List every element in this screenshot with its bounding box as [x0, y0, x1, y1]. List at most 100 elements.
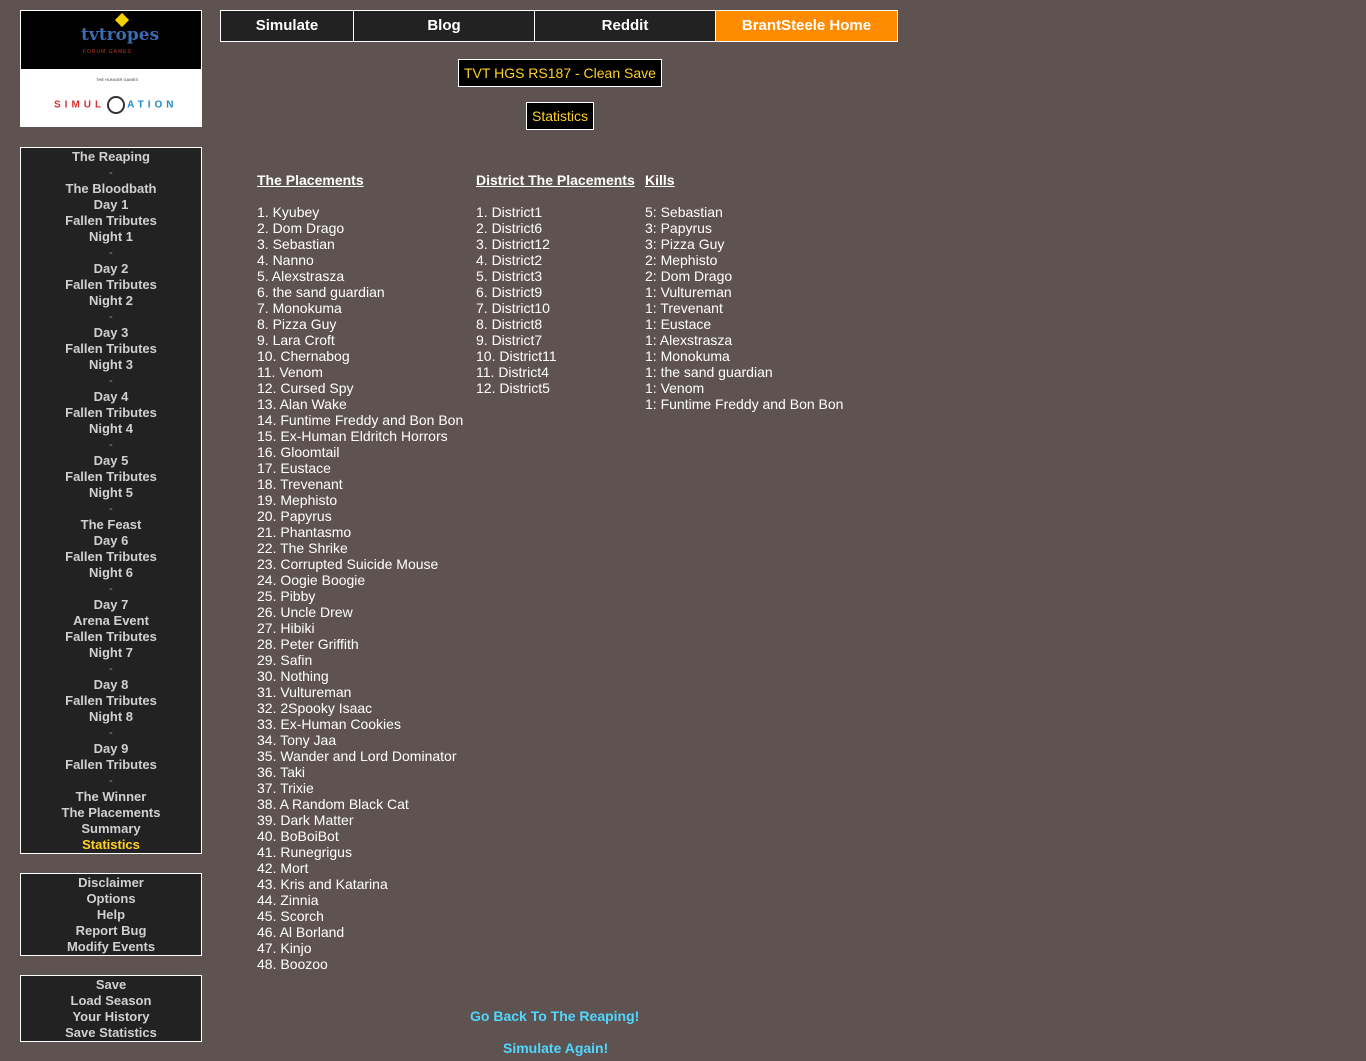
kill-row: 1: Monokuma: [645, 348, 730, 364]
placement-row: 19. Mephisto: [257, 492, 338, 508]
placements-list: 1. Kyubey 2. Dom Drago 3. Sebastian 4. Nann…: [257, 204, 463, 972]
nav-simulate-button[interactable]: Simulate: [221, 11, 354, 41]
sidebar-item-fallen-tributes[interactable]: Fallen Tributes: [21, 213, 201, 229]
sidebar-item-load-season[interactable]: Load Season: [21, 993, 201, 1009]
district-placement-row: 1. District1: [476, 204, 543, 220]
sidebar-item-fallen-tributes[interactable]: Fallen Tributes: [21, 757, 201, 773]
placement-row: 41. Runegrigus: [257, 844, 352, 860]
sidebar-separator: -: [109, 663, 113, 675]
sidebar-item-save[interactable]: Save: [21, 977, 201, 993]
sidebar-item-fallen-tributes[interactable]: Fallen Tributes: [21, 469, 201, 485]
logo-sim-right: ATION: [127, 99, 178, 111]
sidebar-item-day-7[interactable]: Day 7: [21, 597, 201, 613]
sidebar-item-the-placements[interactable]: The Placements: [21, 805, 201, 821]
nav-blog-button[interactable]: Blog: [354, 11, 535, 41]
sidebar-item-the-bloodbath[interactable]: The Bloodbath: [21, 181, 201, 197]
placement-row: 39. Dark Matter: [257, 812, 354, 828]
district-placements-column: District The Placements 1. District1 2. D…: [476, 172, 635, 396]
district-placement-row: 12. District5: [476, 380, 550, 396]
placement-row: 42. Mort: [257, 860, 309, 876]
placement-row: 30. Nothing: [257, 668, 329, 684]
sidebar-item-help[interactable]: Help: [21, 907, 201, 923]
sidebar-separator: -: [109, 375, 113, 387]
sidebar-item-night-2[interactable]: Night 2: [21, 293, 201, 309]
placement-row: 21. Phantasmo: [257, 524, 352, 540]
sidebar-item-fallen-tributes[interactable]: Fallen Tributes: [21, 341, 201, 357]
placement-row: 24. Oogie Boogie: [257, 572, 366, 588]
sidebar-item-day-3[interactable]: Day 3: [21, 325, 201, 341]
placement-row: 48. Boozoo: [257, 956, 328, 972]
placement-row: 43. Kris and Katarina: [257, 876, 388, 892]
placements-header: The Placements: [257, 172, 364, 188]
placement-row: 37. Trixie: [257, 780, 314, 796]
sidebar-item-fallen-tributes[interactable]: Fallen Tributes: [21, 277, 201, 293]
nav-home-button[interactable]: BrantSteele Home: [716, 11, 897, 41]
sidebar-item-night-7[interactable]: Night 7: [21, 645, 201, 661]
sidebar-item-the-winner[interactable]: The Winner: [21, 789, 201, 805]
sidebar-separator: -: [109, 439, 113, 451]
season-title: TVT HGS RS187 - Clean Save: [458, 59, 662, 87]
placements-column: The Placements 1. Kyubey 2. Dom Drago 3. S…: [257, 172, 463, 972]
sidebar-item-the-feast[interactable]: The Feast: [21, 517, 201, 533]
placement-row: 45. Scorch: [257, 908, 324, 924]
sidebar-item-statistics[interactable]: Statistics: [21, 837, 201, 853]
back-to-reaping-link[interactable]: Go Back To The Reaping!: [470, 1008, 639, 1024]
logo-simulation-text: SIMUL ATION: [54, 96, 177, 114]
sidebar-item-day-8[interactable]: Day 8: [21, 677, 201, 693]
kill-row: 1: Venom: [645, 380, 705, 396]
sidebar-item-day-1[interactable]: Day 1: [21, 197, 201, 213]
placement-row: 31. Vultureman: [257, 684, 352, 700]
sidebar-item-modify-events[interactable]: Modify Events: [21, 939, 201, 955]
mockingjay-icon: [107, 96, 126, 114]
sidebar-item-night-3[interactable]: Night 3: [21, 357, 201, 373]
sidebar-item-fallen-tributes[interactable]: Fallen Tributes: [21, 549, 201, 565]
placement-row: 22. The Shrike: [257, 540, 348, 556]
placement-row: 46. Al Borland: [257, 924, 345, 940]
placement-row: 33. Ex-Human Cookies: [257, 716, 401, 732]
placement-row: 6. the sand guardian: [257, 284, 385, 300]
district-placement-row: 8. District8: [476, 316, 543, 332]
sidebar-separator: -: [109, 727, 113, 739]
sidebar-separator: -: [109, 775, 113, 787]
placement-row: 4. Nanno: [257, 252, 314, 268]
sidebar-item-fallen-tributes[interactable]: Fallen Tributes: [21, 405, 201, 421]
nav-reddit-button[interactable]: Reddit: [535, 11, 716, 41]
sidebar-item-the-reaping[interactable]: The Reaping: [21, 149, 201, 165]
sidebar-item-your-history[interactable]: Your History: [21, 1009, 201, 1025]
sidebar-item-night-6[interactable]: Night 6: [21, 565, 201, 581]
sidebar-item-night-1[interactable]: Night 1: [21, 229, 201, 245]
placement-row: 35. Wander and Lord Dominator: [257, 748, 457, 764]
sidebar-item-report-bug[interactable]: Report Bug: [21, 923, 201, 939]
district-placements-list: 1. District1 2. District6 3. District12 4. …: [476, 204, 635, 396]
sidebar-item-night-4[interactable]: Night 4: [21, 421, 201, 437]
district-placement-row: 6. District9: [476, 284, 543, 300]
sidebar-item-fallen-tributes[interactable]: Fallen Tributes: [21, 693, 201, 709]
sidebar-item-day-2[interactable]: Day 2: [21, 261, 201, 277]
logo-brand-sub: FORUM GAMES: [83, 49, 132, 55]
sidebar-item-fallen-tributes[interactable]: Fallen Tributes: [21, 629, 201, 645]
sidebar-item-day-6[interactable]: Day 6: [21, 533, 201, 549]
sidebar-item-day-5[interactable]: Day 5: [21, 453, 201, 469]
site-logo[interactable]: tvtropes FORUM GAMES THE HUNGER GAMES SI…: [20, 10, 202, 127]
sidebar-item-day-4[interactable]: Day 4: [21, 389, 201, 405]
sidebar-item-summary[interactable]: Summary: [21, 821, 201, 837]
district-placement-row: 10. District11: [476, 348, 557, 364]
placement-row: 5. Alexstrasza: [257, 268, 345, 284]
simulate-again-link[interactable]: Simulate Again!: [503, 1040, 608, 1056]
placement-row: 11. Venom: [257, 364, 323, 380]
placement-row: 25. Pibby: [257, 588, 316, 604]
sidebar-item-save-statistics[interactable]: Save Statistics: [21, 1025, 201, 1041]
sidebar-item-disclaimer[interactable]: Disclaimer: [21, 875, 201, 891]
sidebar-item-night-8[interactable]: Night 8: [21, 709, 201, 725]
kill-row: 1: Trevenant: [645, 300, 723, 316]
sidebar-item-arena-event[interactable]: Arena Event: [21, 613, 201, 629]
logo-banner-top: tvtropes FORUM GAMES: [21, 11, 201, 69]
sidebar-item-day-9[interactable]: Day 9: [21, 741, 201, 757]
logo-small-text: THE HUNGER GAMES: [96, 77, 139, 82]
placement-row: 10. Chernabog: [257, 348, 350, 364]
sidebar-item-options[interactable]: Options: [21, 891, 201, 907]
sidebar-item-night-5[interactable]: Night 5: [21, 485, 201, 501]
district-placement-row: 4. District2: [476, 252, 543, 268]
sidebar-separator: -: [109, 503, 113, 515]
placement-row: 36. Taki: [257, 764, 305, 780]
